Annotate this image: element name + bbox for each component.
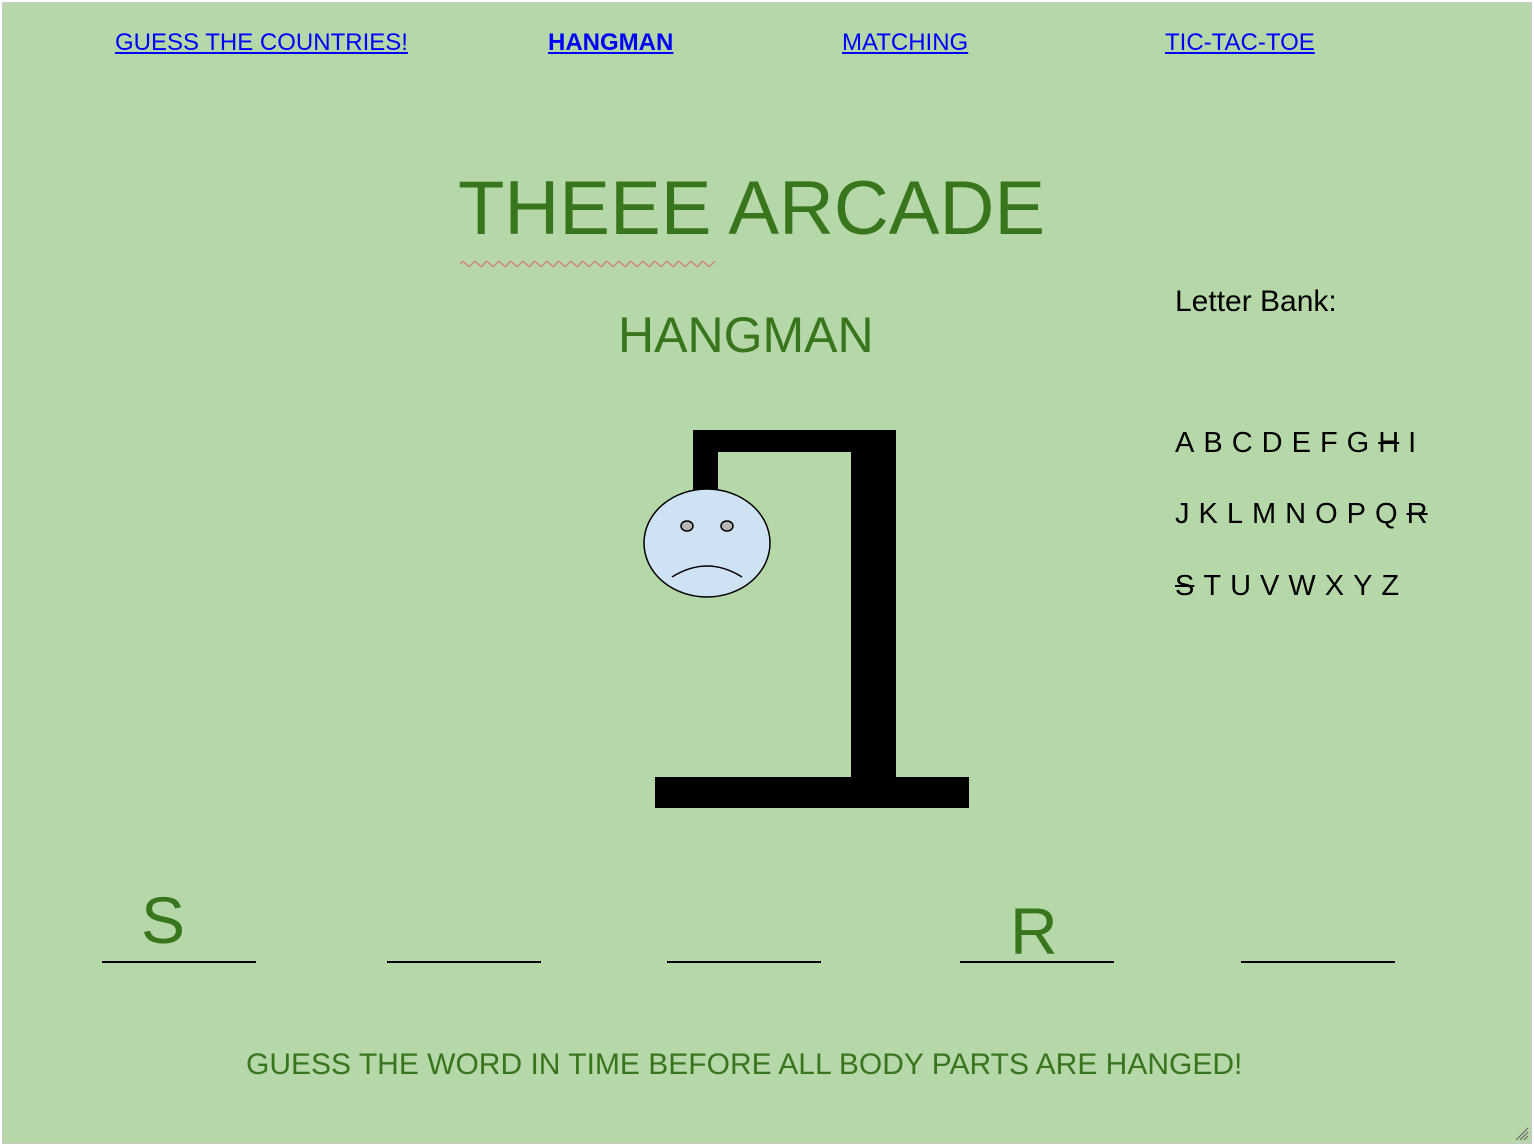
letter-bank-row-2: JKLMNOPQR bbox=[1175, 498, 1437, 531]
title-word-misspelled: THEEE bbox=[458, 166, 716, 267]
letter-bank-letter: I bbox=[1408, 427, 1417, 459]
hangman-drawing bbox=[643, 430, 969, 808]
word-slot-5 bbox=[1241, 873, 1395, 963]
resize-grip-icon[interactable] bbox=[1513, 1125, 1529, 1141]
letter-bank-letter: S bbox=[1175, 570, 1195, 602]
gallows-post bbox=[851, 430, 896, 780]
letter-bank-letter: D bbox=[1261, 427, 1283, 459]
word-slot-1: S bbox=[102, 873, 256, 963]
letter-bank-letter: H bbox=[1378, 427, 1400, 459]
nav-link-tic-tac-toe[interactable]: TIC-TAC-TOE bbox=[1165, 29, 1315, 57]
word-slot-2 bbox=[387, 873, 541, 963]
instructions-text: GUESS THE WORD IN TIME BEFORE ALL BODY P… bbox=[246, 1048, 1243, 1081]
nav-link-guess-the-countries[interactable]: GUESS THE COUNTRIES! bbox=[115, 29, 408, 57]
slide-canvas: GUESS THE COUNTRIES! HANGMAN MATCHING TI… bbox=[2, 2, 1532, 1144]
letter-bank-letter: O bbox=[1315, 498, 1338, 530]
title-word2: ARCADE bbox=[728, 166, 1046, 251]
gallows-rope bbox=[693, 430, 718, 492]
letter-bank-row-1: ABCDEFGHI bbox=[1175, 427, 1425, 460]
letter-bank-letter: Q bbox=[1375, 498, 1398, 530]
letter-bank-letter: V bbox=[1260, 570, 1280, 602]
spellcheck-squiggle bbox=[460, 261, 716, 267]
sad-face-head bbox=[643, 488, 771, 598]
letter-bank-letter: C bbox=[1231, 427, 1253, 459]
right-eye bbox=[720, 520, 734, 532]
letter-bank-letter: L bbox=[1226, 498, 1243, 530]
letter-bank-label: Letter Bank: bbox=[1175, 285, 1337, 318]
letter-bank-row-3: STUVWXYZ bbox=[1175, 570, 1408, 603]
word-slot-3 bbox=[667, 873, 821, 963]
gallows-beam bbox=[693, 430, 893, 452]
letter-bank-letter: K bbox=[1198, 498, 1218, 530]
letter-bank-letter: R bbox=[1406, 498, 1428, 530]
letter-bank-letter: Z bbox=[1381, 570, 1400, 602]
page-title: THEEE ARCADE bbox=[458, 171, 1045, 267]
nav-link-matching[interactable]: MATCHING bbox=[842, 29, 968, 57]
letter-bank-letter: F bbox=[1319, 427, 1338, 459]
word-slot-4: R bbox=[960, 873, 1114, 968]
game-subtitle: HANGMAN bbox=[618, 307, 874, 363]
letter-bank-letter: N bbox=[1285, 498, 1307, 530]
letter-bank-letter: U bbox=[1230, 570, 1252, 602]
left-eye bbox=[680, 520, 694, 532]
nav-link-hangman[interactable]: HANGMAN bbox=[548, 29, 673, 57]
letter-bank-letter: M bbox=[1251, 498, 1277, 530]
letter-bank-letter: W bbox=[1288, 570, 1316, 602]
letter-bank-letter: G bbox=[1346, 427, 1370, 459]
letter-bank-letter: P bbox=[1346, 498, 1367, 530]
letter-bank-letter: X bbox=[1324, 570, 1345, 602]
letter-bank-letter: B bbox=[1203, 427, 1223, 459]
letter-bank-letter: E bbox=[1291, 427, 1311, 459]
letter-bank-letter: T bbox=[1203, 570, 1222, 602]
letter-bank-letter: A bbox=[1175, 427, 1195, 459]
title-word1-text: THEEE bbox=[458, 166, 712, 251]
word-slot-1-letter: S bbox=[141, 883, 186, 957]
letter-bank-letter: Y bbox=[1353, 570, 1373, 602]
word-slot-4-letter: R bbox=[1010, 894, 1058, 968]
letter-bank-letter: J bbox=[1175, 498, 1190, 530]
gallows-base bbox=[655, 777, 969, 808]
